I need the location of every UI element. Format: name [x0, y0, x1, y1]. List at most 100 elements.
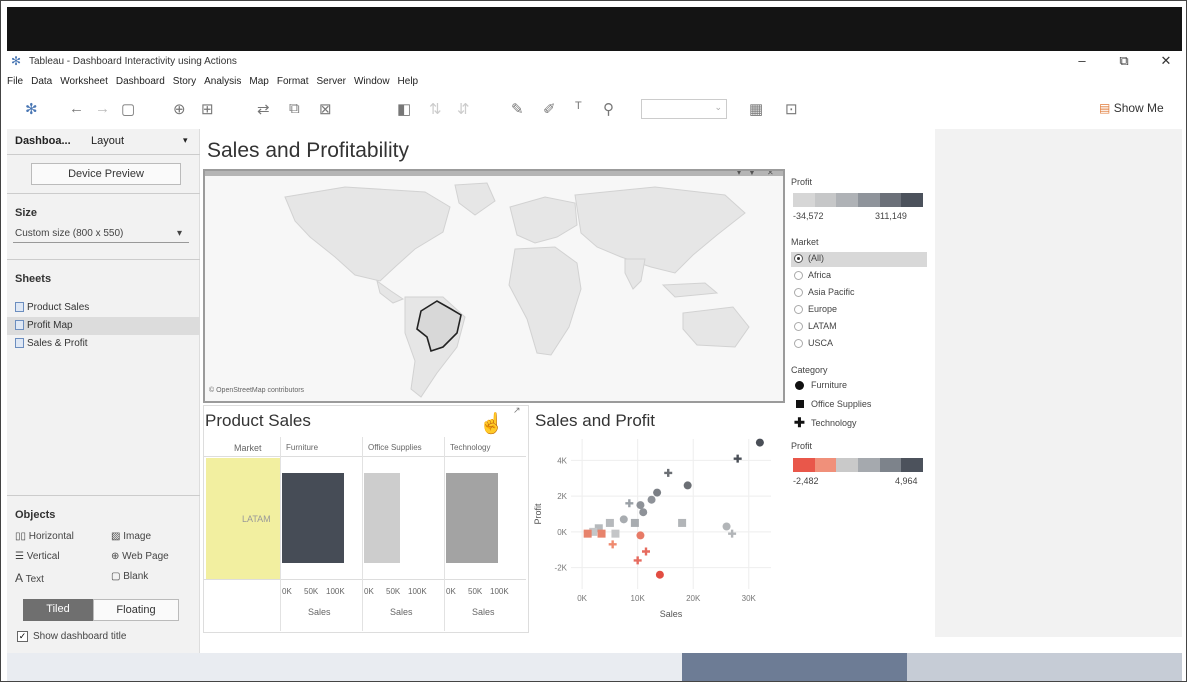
sheet-sales-profit[interactable]: Sales & Profit [7, 335, 200, 353]
redo-icon[interactable]: → [95, 100, 110, 117]
close-button[interactable]: ✕ [1153, 53, 1179, 71]
pin-icon[interactable]: ⚲ [603, 100, 614, 118]
scatter-point[interactable] [633, 556, 642, 565]
size-dropdown[interactable]: Custom size (800 x 550) ▾ [13, 225, 189, 243]
blank-object[interactable]: ▢ Blank [111, 571, 148, 582]
zone-menu-icon[interactable]: ▾ [737, 171, 741, 177]
sheet-profit-map[interactable]: Profit Map [7, 317, 200, 335]
scatter-point[interactable] [642, 547, 650, 556]
market-option-latam[interactable]: LATAM [808, 321, 837, 331]
radio-icon[interactable] [794, 305, 803, 314]
profit-legend-ramp[interactable] [793, 193, 924, 207]
profit-map[interactable]: ▾ ▼ ✕ © OpenStreetMap contributors [203, 169, 785, 403]
sheet-product-sales[interactable]: Product Sales [7, 299, 200, 317]
presentation-icon[interactable]: ⊡ [785, 100, 798, 118]
scatter-point[interactable] [655, 570, 664, 579]
market-option-africa[interactable]: Africa [808, 270, 831, 280]
web-page-object[interactable]: ⊕ Web Page [111, 551, 169, 562]
menu-dashboard[interactable]: Dashboard [116, 76, 165, 87]
new-datasource-icon[interactable]: ⊕ [173, 100, 186, 118]
menu-server[interactable]: Server [317, 76, 346, 87]
menu-window[interactable]: Window [354, 76, 390, 87]
go-to-sheet-icon[interactable]: ↗ [513, 405, 521, 416]
menu-map[interactable]: Map [249, 76, 268, 87]
menu-format[interactable]: Format [277, 76, 309, 87]
restore-button[interactable]: ⧉ [1111, 53, 1137, 71]
scatter-point[interactable] [605, 518, 614, 527]
market-option-usca[interactable]: USCA [808, 338, 833, 348]
highlight-icon[interactable]: ◧ [397, 100, 411, 118]
sales-profit-chart[interactable]: 0K 10K 20K 30K 4K 2K 0K -2K Sales Profit [531, 433, 781, 633]
tab-dashboard[interactable]: Dashboa... [15, 135, 71, 147]
menu-help[interactable]: Help [398, 76, 419, 87]
bar-technology[interactable] [446, 473, 498, 563]
menu-story[interactable]: Story [173, 76, 196, 87]
market-option-europe[interactable]: Europe [808, 304, 837, 314]
scatter-point[interactable] [639, 508, 648, 517]
scatter-point[interactable] [653, 488, 662, 497]
market-option-all[interactable]: (All) [808, 253, 824, 263]
scatter-point[interactable] [755, 438, 764, 447]
category-technology[interactable]: Technology [811, 418, 857, 428]
filter-icon[interactable]: ▼ [748, 171, 756, 177]
menu-worksheet[interactable]: Worksheet [60, 76, 108, 87]
tiled-button[interactable]: Tiled [23, 599, 93, 621]
radio-icon[interactable] [794, 322, 803, 331]
scatter-point[interactable] [608, 540, 617, 549]
category-furniture[interactable]: Furniture [811, 380, 847, 390]
duplicate-icon[interactable]: ⧉ [289, 100, 300, 117]
bar-office-supplies[interactable] [364, 473, 400, 563]
scatter-point[interactable] [683, 481, 692, 490]
sort-asc-icon[interactable]: ⇅ [429, 100, 442, 118]
market-option-asia-pacific[interactable]: Asia Pacific [808, 287, 855, 297]
new-worksheet-icon[interactable]: ⊞ [201, 100, 214, 118]
scatter-point[interactable] [597, 529, 606, 538]
clear-icon[interactable]: ⊠ [319, 100, 332, 118]
tableau-home-icon[interactable]: ✻ [25, 100, 38, 118]
scatter-point[interactable] [619, 515, 628, 524]
show-cards-icon[interactable]: ▦ [749, 100, 763, 118]
pen-icon[interactable]: ✎ [511, 100, 524, 118]
scatter-point[interactable] [664, 468, 673, 477]
scatter-point[interactable] [611, 529, 620, 538]
scatter-point[interactable] [728, 529, 737, 538]
vertical-object[interactable]: ☰ Vertical [15, 551, 60, 562]
category-office-supplies[interactable]: Office Supplies [811, 399, 871, 409]
scatter-point[interactable] [678, 518, 687, 527]
scatter-point[interactable] [636, 501, 645, 510]
pane-menu-icon[interactable]: ▾ [183, 135, 188, 146]
scatter-point[interactable] [733, 454, 742, 463]
menu-analysis[interactable]: Analysis [204, 76, 241, 87]
text-object[interactable]: A Text [15, 571, 44, 585]
save-icon[interactable]: ▢ [121, 100, 135, 118]
swap-icon[interactable]: ⇄ [257, 100, 270, 118]
sort-desc-icon[interactable]: ⇵ [457, 100, 470, 118]
radio-icon[interactable] [794, 288, 803, 297]
scatter-point[interactable] [583, 529, 592, 538]
remove-icon[interactable]: ✕ [767, 171, 774, 177]
device-preview-button[interactable]: Device Preview [31, 163, 181, 185]
fit-dropdown[interactable]: ⌄ [641, 99, 727, 119]
radio-icon[interactable] [794, 271, 803, 280]
horizontal-object[interactable]: ▯▯ Horizontal [15, 531, 74, 542]
show-title-checkbox[interactable]: ✓ [17, 631, 28, 642]
tab-layout[interactable]: Layout [91, 135, 124, 147]
bar-furniture[interactable] [282, 473, 344, 563]
image-object[interactable]: ▨ Image [111, 531, 151, 542]
undo-icon[interactable]: ← [69, 100, 84, 117]
radio-icon[interactable] [794, 254, 803, 263]
scatter-point[interactable] [722, 522, 731, 531]
menu-data[interactable]: Data [31, 76, 52, 87]
scatter-point[interactable] [630, 518, 639, 527]
marker-icon[interactable]: ✐ [543, 100, 556, 118]
scatter-point[interactable] [636, 531, 645, 540]
profit-legend2-ramp[interactable] [793, 458, 924, 472]
scatter-point[interactable] [647, 495, 656, 504]
text-box-icon[interactable]: T [575, 100, 582, 112]
scatter-point[interactable] [625, 499, 634, 508]
minimize-button[interactable]: – [1069, 53, 1095, 71]
radio-icon[interactable] [794, 339, 803, 348]
floating-button[interactable]: Floating [93, 599, 179, 621]
show-me-button[interactable]: ▤ Show Me [1099, 101, 1164, 115]
menu-file[interactable]: File [7, 76, 23, 87]
